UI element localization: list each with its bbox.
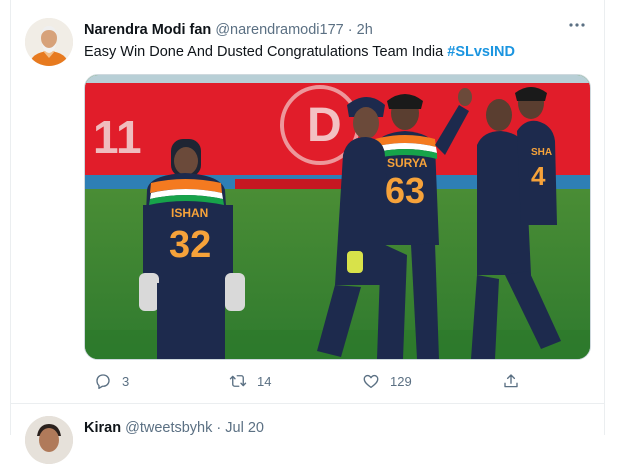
- next-tweet[interactable]: Kiran @tweetsbyhk · Jul 20: [11, 404, 604, 464]
- share-icon: [504, 374, 518, 388]
- tweet-photo[interactable]: 11 D ISHAN 32 SURYA 63 4 SHA: [84, 74, 591, 360]
- board-left-text: 11: [93, 111, 142, 163]
- retweet-button[interactable]: 14: [229, 370, 271, 392]
- tweet-body: Easy Win Done And Dusted Congratulations…: [84, 44, 448, 60]
- hashtag-link[interactable]: #SLvsIND: [447, 44, 515, 60]
- retweet-icon: [229, 375, 247, 387]
- surya-name: SURYA: [387, 156, 428, 170]
- next-handle[interactable]: @tweetsbyhk: [125, 420, 212, 436]
- reply-count: 3: [122, 373, 130, 389]
- surya-number: 63: [385, 170, 425, 211]
- ishan-number: 32: [169, 224, 211, 266]
- share-button[interactable]: [502, 370, 520, 392]
- tweet-header: Narendra Modi fan @narendramodi177 · 2h: [84, 20, 564, 40]
- handle[interactable]: @narendramodi177: [215, 22, 343, 38]
- separator: ·: [347, 22, 353, 38]
- ishan-name: ISHAN: [171, 206, 208, 220]
- tweet-actions: 3 14 129: [84, 370, 534, 392]
- next-tweet-avatar[interactable]: [25, 416, 73, 464]
- right-player-number: 4: [531, 161, 546, 191]
- right-player-name: SHA: [531, 147, 552, 158]
- next-avatar-image: [25, 416, 73, 464]
- timestamp[interactable]: 2h: [357, 22, 373, 38]
- next-tweet-header: Kiran @tweetsbyhk · Jul 20: [84, 418, 264, 438]
- tweet[interactable]: Narendra Modi fan @narendramodi177 · 2h …: [11, 0, 604, 404]
- next-display-name[interactable]: Kiran: [84, 420, 121, 436]
- like-button[interactable]: 129: [362, 370, 412, 392]
- tweet-text: Easy Win Done And Dusted Congratulations…: [84, 42, 584, 62]
- right-gutter: [605, 0, 644, 435]
- display-name[interactable]: Narendra Modi fan: [84, 22, 211, 38]
- reply-button[interactable]: 3: [94, 370, 129, 392]
- next-timestamp[interactable]: Jul 20: [225, 420, 264, 436]
- cricket-photo: 11 D ISHAN 32 SURYA 63 4 SHA: [85, 75, 590, 359]
- avatar[interactable]: [25, 18, 73, 66]
- like-count: 129: [390, 373, 412, 389]
- next-separator: ·: [216, 420, 222, 436]
- retweet-count: 14: [257, 373, 272, 389]
- board-right-text: D: [307, 99, 342, 152]
- left-divider: [0, 0, 11, 435]
- avatar-image: [25, 18, 73, 66]
- reply-icon: [96, 374, 110, 390]
- more-icon[interactable]: [565, 18, 589, 38]
- like-icon: [363, 374, 379, 389]
